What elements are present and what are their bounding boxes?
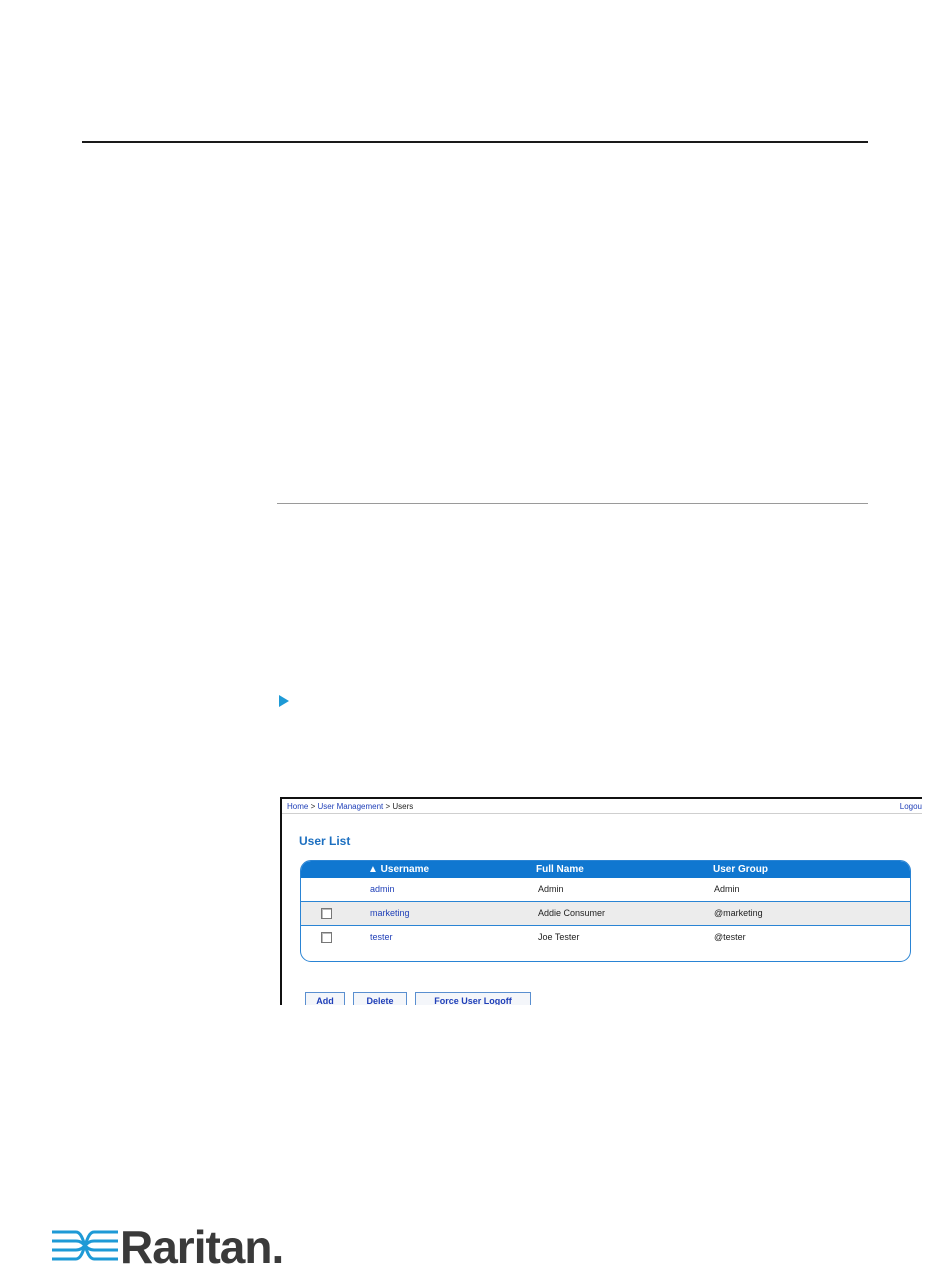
full-name-cell: Addie Consumer xyxy=(538,908,606,918)
user-table: ▲ Username Full Name User Group admin Ad… xyxy=(300,860,911,962)
section-rule xyxy=(277,503,868,504)
add-button[interactable]: Add xyxy=(305,992,345,1005)
table-row: tester Joe Tester @tester xyxy=(301,926,910,949)
username-link[interactable]: admin xyxy=(370,884,395,894)
breadcrumb-home[interactable]: Home xyxy=(287,802,308,811)
username-link[interactable]: marketing xyxy=(370,908,410,918)
table-row: admin Admin Admin xyxy=(301,878,910,901)
row-checkbox[interactable] xyxy=(321,908,332,919)
table-row: marketing Addie Consumer @marketing xyxy=(301,902,910,925)
procedure-arrow-icon xyxy=(279,695,289,707)
row-checkbox[interactable] xyxy=(321,932,332,943)
page-title: User List xyxy=(299,834,351,848)
breadcrumb-user-management[interactable]: User Management xyxy=(317,802,383,811)
column-header-full-name[interactable]: Full Name xyxy=(536,864,584,875)
header-rule xyxy=(82,141,868,143)
user-group-cell: Admin xyxy=(714,884,740,894)
user-list-screenshot: Home > User Management > Users Logou Use… xyxy=(280,797,922,1005)
force-user-logoff-button[interactable]: Force User Logoff xyxy=(415,992,531,1005)
user-group-cell: @marketing xyxy=(714,908,763,918)
breadcrumb-divider xyxy=(282,813,922,814)
delete-button[interactable]: Delete xyxy=(353,992,407,1005)
breadcrumb: Home > User Management > Users xyxy=(287,802,413,811)
logo-wordmark: Raritan. xyxy=(120,1221,284,1273)
column-header-username[interactable]: ▲ Username xyxy=(368,864,429,875)
breadcrumb-current: Users xyxy=(392,802,414,811)
full-name-cell: Joe Tester xyxy=(538,932,580,942)
logout-link[interactable]: Logou xyxy=(900,802,922,811)
username-link[interactable]: tester xyxy=(370,932,393,942)
raritan-logo-mark-icon xyxy=(52,1230,118,1261)
column-header-user-group[interactable]: User Group xyxy=(713,864,768,875)
table-header: ▲ Username Full Name User Group xyxy=(301,861,910,878)
full-name-cell: Admin xyxy=(538,884,564,894)
user-group-cell: @tester xyxy=(714,932,746,942)
